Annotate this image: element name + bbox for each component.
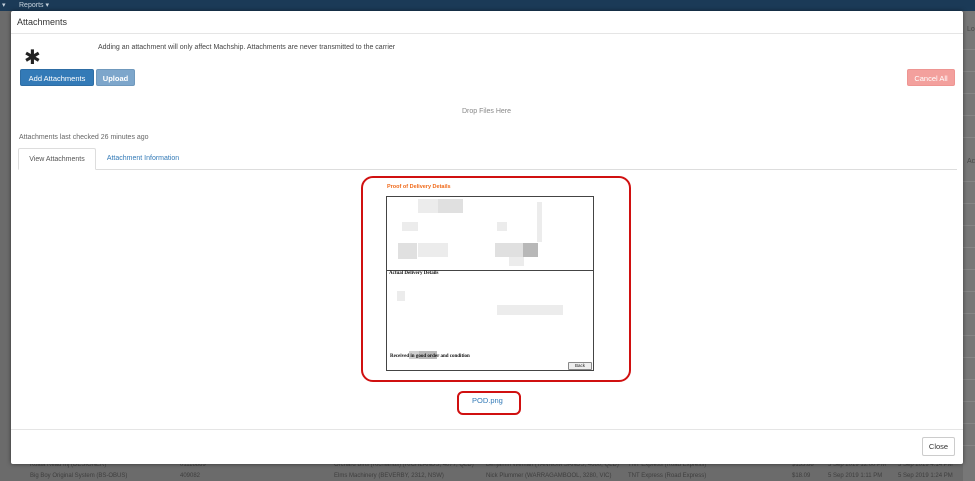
redacted-block bbox=[523, 243, 538, 257]
redacted-block bbox=[537, 202, 542, 242]
redacted-block bbox=[397, 291, 405, 301]
last-checked-text: Attachments last checked 26 minutes ago bbox=[19, 134, 149, 141]
redacted-block bbox=[402, 222, 418, 231]
cancel-all-button[interactable]: Cancel All bbox=[907, 69, 955, 86]
modal-header: Attachments bbox=[11, 11, 963, 34]
redacted-block bbox=[495, 243, 523, 257]
background-column-header: Ac bbox=[967, 158, 975, 165]
redacted-block bbox=[418, 243, 448, 257]
background-table-row: Big Boy Original System (BS-OBUS) 409082… bbox=[30, 473, 953, 479]
tab-view-attachments[interactable]: View Attachments bbox=[18, 148, 96, 170]
redacted-block bbox=[418, 199, 438, 213]
received-condition-text: Received in good order and condition bbox=[390, 354, 470, 359]
redacted-block bbox=[497, 222, 507, 231]
attachments-modal: Attachments ✱ Adding an attachment will … bbox=[11, 11, 963, 464]
upload-button[interactable]: Upload bbox=[96, 69, 135, 86]
pod-image-preview[interactable]: Actual Delivery Details Received in good… bbox=[386, 196, 594, 371]
actual-delivery-heading: Actual Delivery Details bbox=[389, 271, 439, 276]
redacted-block bbox=[497, 305, 563, 315]
background-table-edge: Lo Ac bbox=[963, 11, 975, 481]
redacted-block bbox=[398, 243, 417, 259]
modal-title: Attachments bbox=[17, 17, 68, 27]
background-column-header: Lo bbox=[967, 26, 975, 33]
top-navigation-bar: ▾ Reports ▾ bbox=[0, 0, 975, 11]
nav-reports-menu[interactable]: Reports ▾ bbox=[19, 0, 49, 11]
attachment-file-link[interactable]: POD.png bbox=[472, 396, 503, 405]
asterisk-icon: ✱ bbox=[24, 45, 41, 69]
document-back-button: Back bbox=[568, 362, 592, 370]
modal-footer-divider bbox=[11, 429, 963, 430]
pod-title: Proof of Delivery Details bbox=[387, 184, 451, 190]
nav-edge-caret: ▾ bbox=[2, 2, 6, 9]
tab-attachment-information[interactable]: Attachment Information bbox=[98, 148, 188, 170]
drop-zone-label[interactable]: Drop Files Here bbox=[462, 108, 511, 115]
attachment-notice: Adding an attachment will only affect Ma… bbox=[98, 44, 396, 51]
add-attachments-button[interactable]: Add Attachments bbox=[20, 69, 94, 86]
redacted-block bbox=[438, 199, 463, 213]
close-button[interactable]: Close bbox=[922, 437, 955, 456]
redacted-block bbox=[509, 257, 524, 266]
